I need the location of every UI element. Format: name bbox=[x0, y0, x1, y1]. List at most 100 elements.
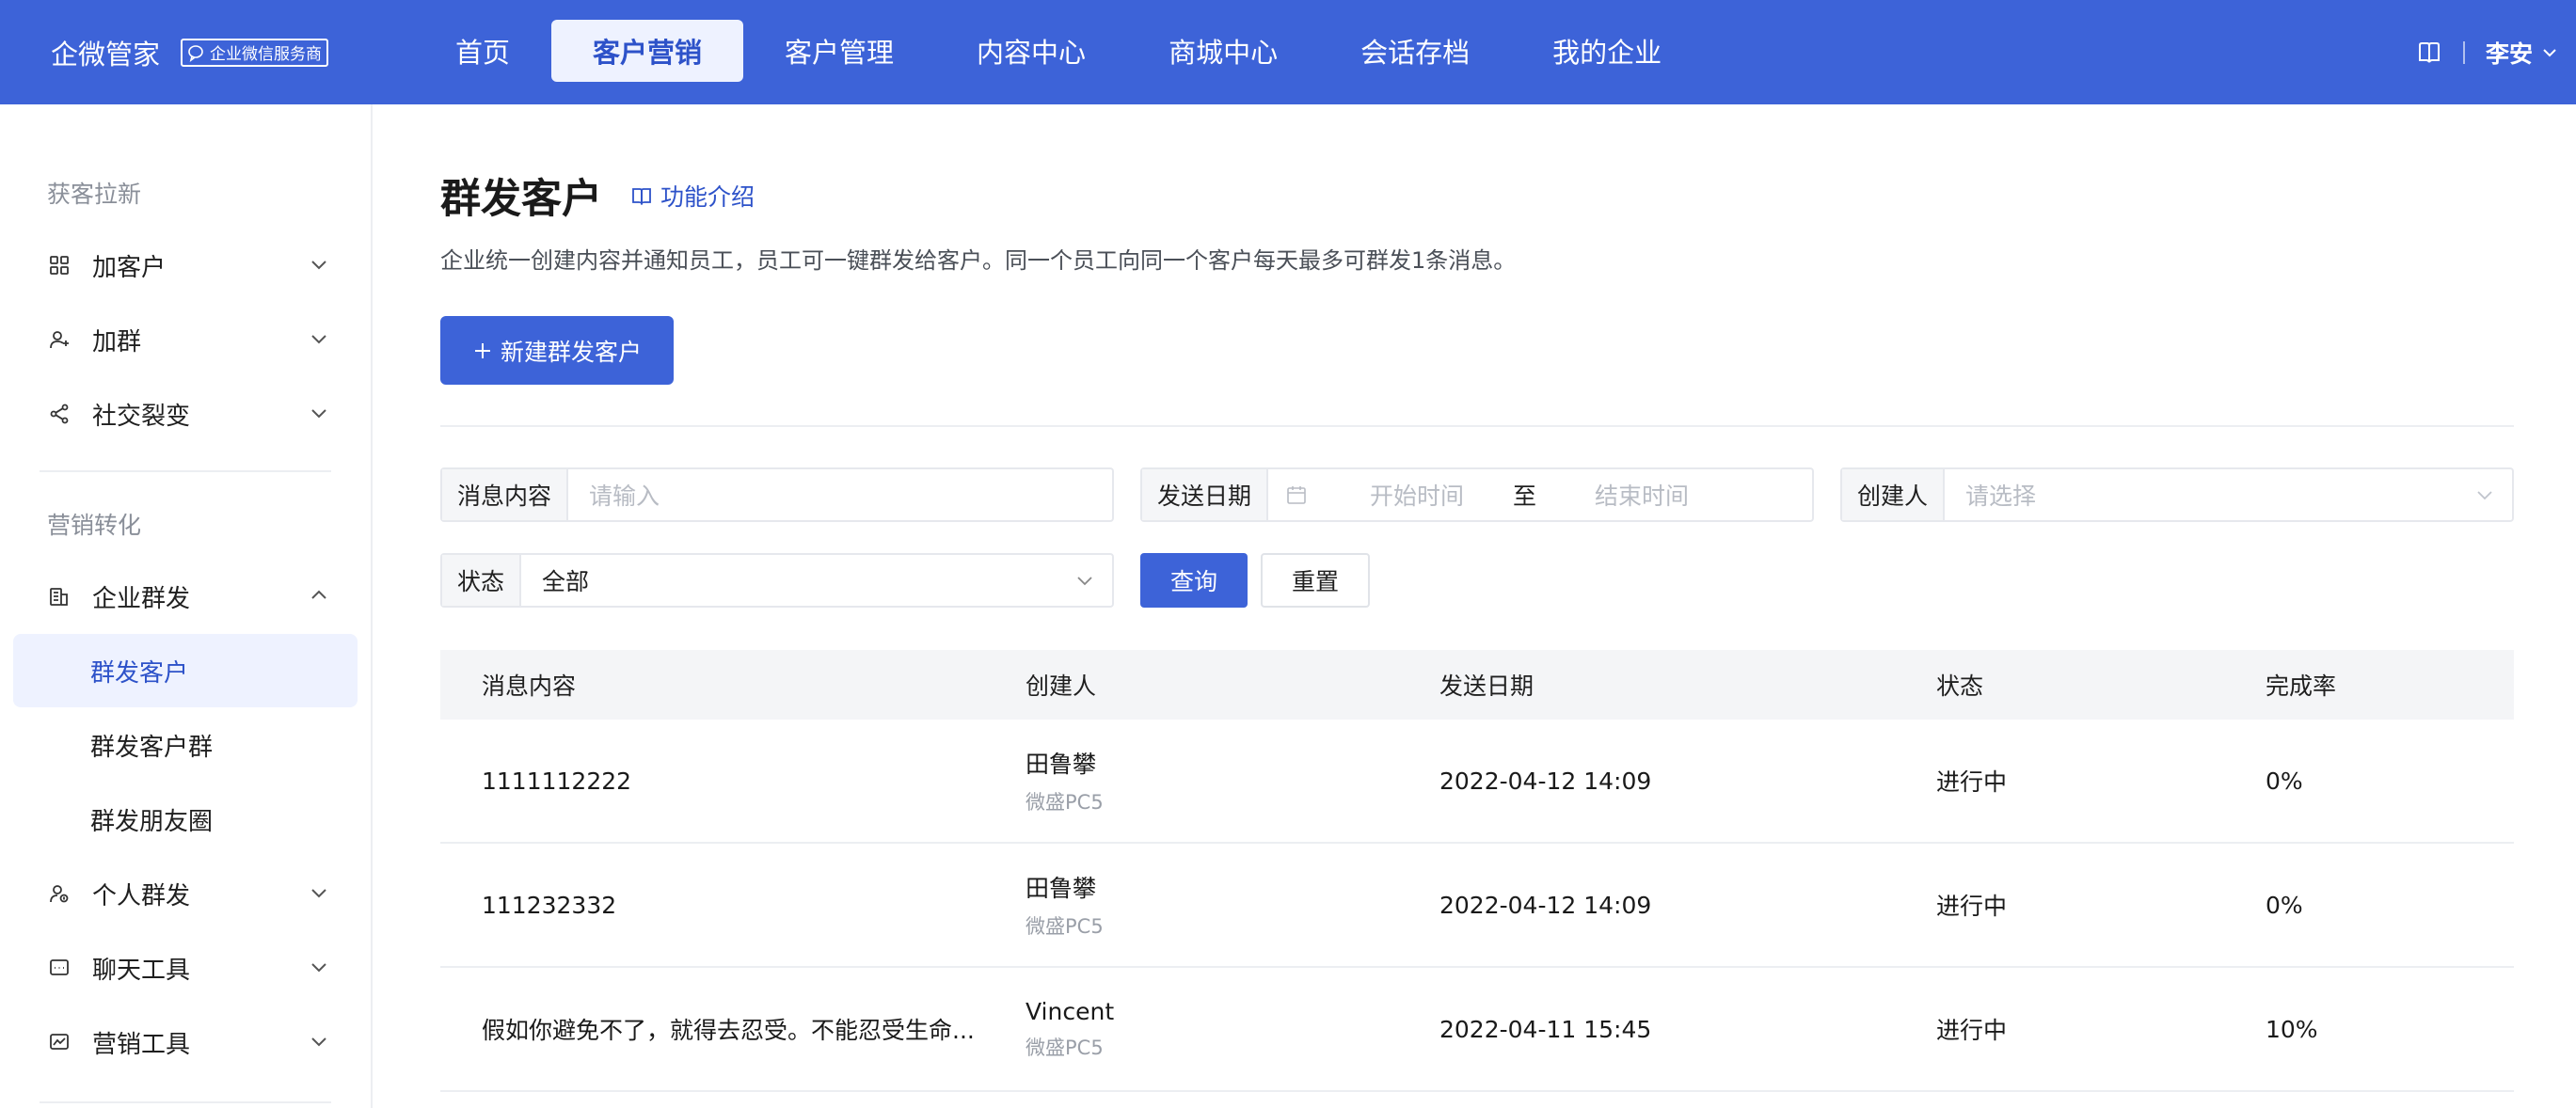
creator-filter: 创建人 请选择 bbox=[1840, 467, 2514, 522]
message-content-filter: 消息内容 请输入 bbox=[440, 467, 1114, 522]
completion-rate-cell: 10% bbox=[2266, 1015, 2318, 1043]
status-select[interactable]: 全部 bbox=[521, 563, 1074, 597]
new-broadcast-label: 新建群发客户 bbox=[500, 338, 642, 366]
chevron-down-icon bbox=[311, 261, 326, 270]
sidebar-item-add-customer[interactable]: 加客户 bbox=[13, 229, 358, 302]
chevron-down-icon bbox=[311, 335, 326, 344]
help-book-icon[interactable] bbox=[2416, 40, 2442, 66]
sidebar-item-label: 聊天工具 bbox=[92, 956, 191, 985]
creator-select[interactable]: 请选择 bbox=[1945, 478, 2474, 512]
sidebar-item-label: 企业群发 bbox=[92, 584, 191, 613]
divider bbox=[440, 425, 2514, 427]
nav-customer-management[interactable]: 客户管理 bbox=[743, 20, 935, 82]
wecom-logo-icon bbox=[188, 44, 203, 62]
column-header: 发送日期 bbox=[1439, 673, 1534, 700]
user-name: 李安 bbox=[2485, 40, 2533, 68]
sidebar-subitem-broadcast-moments[interactable]: 群发朋友圈 bbox=[13, 783, 358, 856]
table-row[interactable]: 111232332 田鲁攀 微盛PC5 2022-04-12 14:09 进行中… bbox=[440, 844, 2514, 968]
sidebar-section-acquisition: 获客拉新 bbox=[47, 181, 142, 208]
table-header: 消息内容 创建人 发送日期 状态 完成率 bbox=[440, 650, 2514, 720]
table-row[interactable]: 假如你避免不了，就得去忍受。不能忍受生命... Vincent 微盛PC5 20… bbox=[440, 968, 2514, 1092]
nav-customer-marketing[interactable]: 客户营销 bbox=[551, 20, 744, 82]
chevron-down-icon bbox=[311, 963, 326, 973]
nav-content-center[interactable]: 内容中心 bbox=[935, 20, 1127, 82]
sidebar-item-add-group[interactable]: 加群 bbox=[13, 303, 358, 376]
send-date-cell: 2022-04-12 14:09 bbox=[1439, 891, 1652, 919]
message-content-cell: 111232332 bbox=[482, 891, 617, 919]
page-description: 企业统一创建内容并通知员工，员工可一键群发给客户。同一个员工向同一个客户每天最多… bbox=[440, 247, 1517, 274]
column-header: 完成率 bbox=[2266, 673, 2337, 700]
creator-cell: 田鲁攀 微盛PC5 bbox=[1026, 870, 1439, 940]
nav-chat-archive[interactable]: 会话存档 bbox=[1319, 20, 1511, 82]
date-range-separator: 至 bbox=[1513, 483, 1537, 510]
user-add-icon bbox=[47, 327, 72, 352]
main-content: 群发客户 功能介绍 企业统一创建内容并通知员工，员工可一键群发给客户。同一个员工… bbox=[440, 104, 2514, 1108]
sidebar-item-chat-tools[interactable]: 聊天工具 bbox=[13, 931, 358, 1005]
brand-name: 企微管家 bbox=[51, 38, 161, 71]
chevron-down-icon bbox=[311, 889, 326, 898]
sidebar-item-label: 加客户 bbox=[92, 253, 167, 282]
grid-icon bbox=[47, 253, 72, 277]
creator-org: 微盛PC5 bbox=[1026, 1036, 1104, 1059]
building-icon bbox=[47, 584, 72, 609]
chevron-down-icon bbox=[2477, 491, 2492, 500]
user-menu[interactable]: 李安 bbox=[2486, 36, 2559, 70]
nav-my-enterprise[interactable]: 我的企业 bbox=[1511, 20, 1703, 82]
completion-rate-cell: 0% bbox=[2266, 767, 2303, 795]
sidebar-divider bbox=[40, 1101, 331, 1103]
chevron-down-icon bbox=[311, 1037, 326, 1047]
main-nav: 首页 客户营销 客户管理 内容中心 商城中心 会话存档 我的企业 bbox=[414, 20, 1703, 82]
send-date-filter: 发送日期 开始时间 至 结束时间 bbox=[1140, 467, 1814, 522]
top-right-tools: 李安 bbox=[2416, 0, 2559, 104]
completion-rate-cell: 0% bbox=[2266, 891, 2303, 919]
feature-intro-link[interactable]: 功能介绍 bbox=[630, 179, 755, 213]
filter-label: 发送日期 bbox=[1142, 469, 1269, 520]
sidebar-subitem-broadcast-customers[interactable]: 群发客户 bbox=[13, 634, 358, 707]
brand[interactable]: 企微管家 企业微信服务商 bbox=[51, 0, 329, 104]
sidebar-item-label: 个人群发 bbox=[92, 881, 191, 910]
table-row[interactable]: 1111112222 田鲁攀 微盛PC5 2022-04-12 14:09 进行… bbox=[440, 720, 2514, 844]
column-header: 创建人 bbox=[1026, 673, 1097, 700]
query-button[interactable]: 查询 bbox=[1140, 553, 1248, 608]
chat-icon bbox=[47, 956, 72, 980]
creator-name: 田鲁攀 bbox=[1026, 875, 1097, 902]
filter-label: 消息内容 bbox=[442, 469, 569, 520]
message-content-input[interactable]: 请输入 bbox=[568, 478, 1112, 512]
sidebar-item-label: 社交裂变 bbox=[92, 402, 191, 431]
feature-intro-label: 功能介绍 bbox=[660, 183, 755, 211]
sidebar-item-label: 加群 bbox=[92, 327, 142, 356]
sidebar-item-social-fission[interactable]: 社交裂变 bbox=[13, 377, 358, 451]
title-row: 群发客户 功能介绍 bbox=[440, 166, 755, 225]
plus-icon bbox=[474, 342, 490, 358]
chart-icon bbox=[47, 1030, 72, 1054]
reset-button[interactable]: 重置 bbox=[1261, 553, 1370, 608]
new-broadcast-button[interactable]: 新建群发客户 bbox=[440, 316, 674, 385]
sidebar-divider bbox=[40, 470, 331, 472]
creator-name: 田鲁攀 bbox=[1026, 751, 1097, 778]
book-icon bbox=[632, 188, 651, 206]
divider bbox=[2462, 40, 2465, 64]
filter-label: 状态 bbox=[442, 555, 522, 606]
status-cell: 进行中 bbox=[1936, 893, 2008, 920]
sidebar-item-personal-broadcast[interactable]: 个人群发 bbox=[13, 857, 358, 930]
nav-mall-center[interactable]: 商城中心 bbox=[1127, 20, 1319, 82]
chevron-down-icon bbox=[1077, 577, 1092, 586]
broadcast-table: 消息内容 创建人 发送日期 状态 完成率 1111112222 田鲁攀 微盛PC… bbox=[440, 650, 2514, 1092]
sidebar-subitem-broadcast-groups[interactable]: 群发客户群 bbox=[13, 708, 358, 782]
message-content-cell: 假如你避免不了，就得去忍受。不能忍受生命... bbox=[482, 1017, 975, 1044]
person-icon bbox=[47, 881, 72, 906]
date-range-picker[interactable]: 开始时间 至 结束时间 bbox=[1268, 478, 1812, 512]
sidebar-item-enterprise-broadcast[interactable]: 企业群发 bbox=[13, 560, 358, 633]
column-header: 状态 bbox=[1936, 673, 1984, 700]
sidebar: 获客拉新 加客户 加群 社交裂变 营销转化 企业群发 群发客户 群发客户群 群发… bbox=[0, 104, 373, 1108]
sidebar-item-marketing-tools[interactable]: 营销工具 bbox=[13, 1005, 358, 1079]
nav-home[interactable]: 首页 bbox=[414, 20, 551, 82]
end-date-input[interactable]: 结束时间 bbox=[1595, 478, 1689, 512]
status-cell: 进行中 bbox=[1936, 768, 2008, 796]
chevron-up-icon bbox=[311, 590, 326, 599]
chevron-down-icon bbox=[311, 409, 326, 419]
sidebar-section-conversion: 营销转化 bbox=[47, 512, 142, 539]
service-provider-badge: 企业微信服务商 bbox=[181, 38, 329, 67]
creator-org: 微盛PC5 bbox=[1026, 915, 1104, 938]
start-date-input[interactable]: 开始时间 bbox=[1370, 478, 1464, 512]
